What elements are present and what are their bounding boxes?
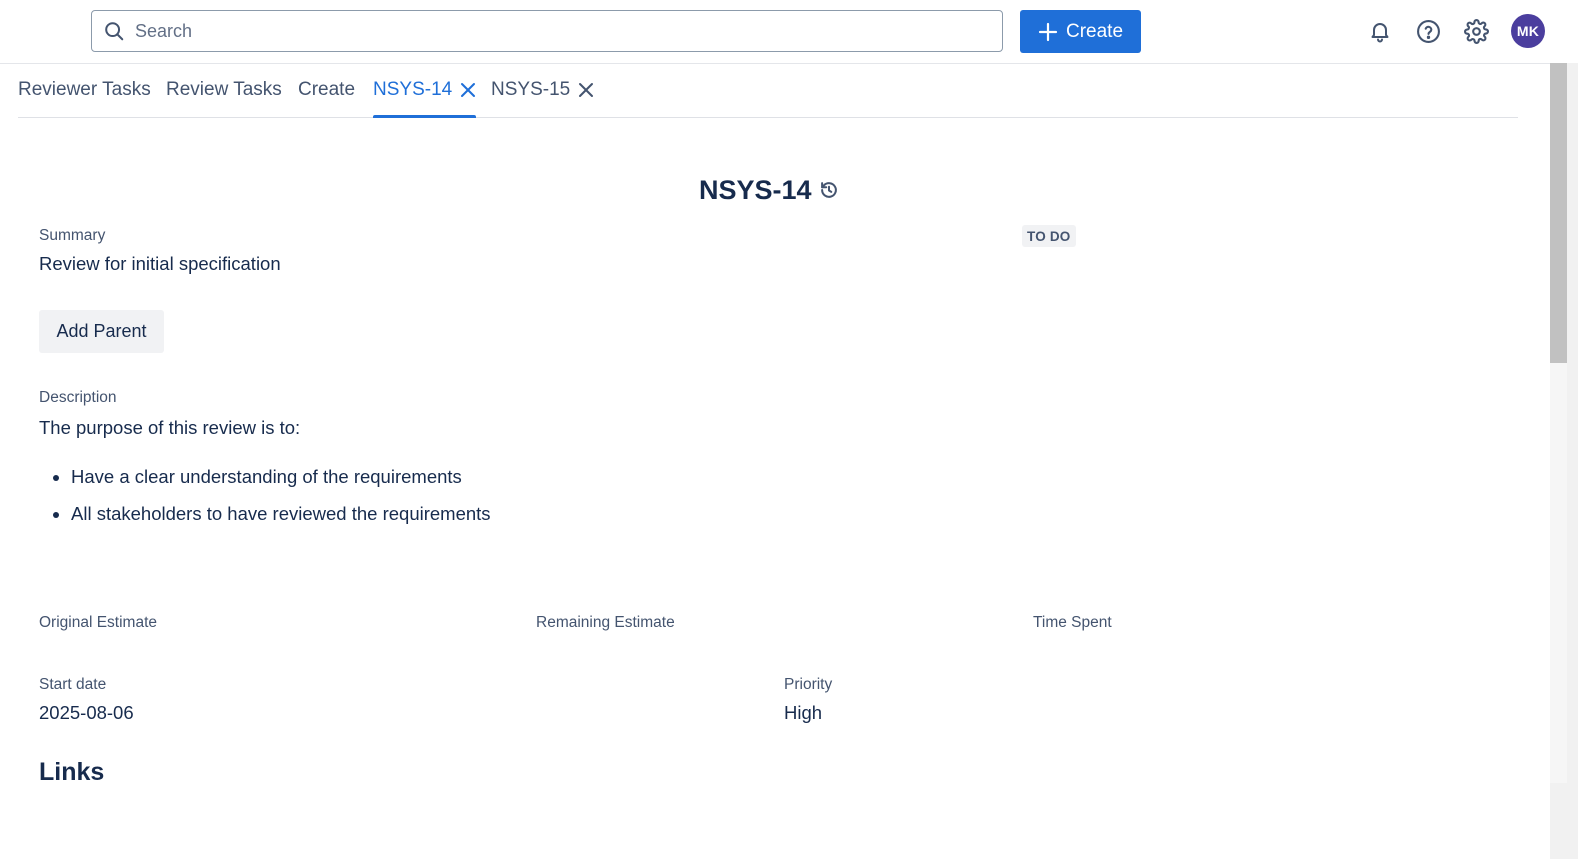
issue-key: NSYS-14 (699, 174, 812, 205)
tab-label: Reviewer Tasks (18, 79, 151, 100)
list-item: All stakeholders to have reviewed the re… (71, 495, 491, 532)
close-tab-button[interactable] (578, 82, 594, 98)
close-icon (461, 83, 476, 97)
start-date-label: Start date (39, 676, 107, 693)
create-button[interactable]: Create (1020, 10, 1141, 53)
start-date-value[interactable]: 2025-08-06 (39, 702, 134, 724)
create-button-label: Create (1065, 20, 1124, 42)
tab-nsys-14[interactable]: NSYS-14 (373, 63, 477, 118)
time-spent-label: Time Spent (1033, 614, 1112, 631)
priority-label: Priority (784, 676, 833, 693)
tab-label: Create (298, 79, 356, 100)
search-box[interactable] (91, 10, 1003, 52)
status-badge[interactable]: TO DO (1022, 225, 1076, 247)
links-heading: Links (39, 758, 105, 786)
search-icon (105, 22, 124, 41)
add-parent-button[interactable]: Add Parent (39, 310, 164, 353)
top-navigation-bar: Create MK (0, 0, 1578, 64)
help-button[interactable] (1412, 15, 1444, 47)
summary-label: Summary (39, 227, 106, 244)
issue-title: NSYS-14 (699, 170, 840, 210)
summary-value[interactable]: Review for initial specification (39, 253, 281, 275)
tab-label: NSYS-14 (373, 79, 453, 100)
help-icon (1416, 19, 1440, 43)
priority-value[interactable]: High (784, 702, 822, 724)
description-list: Have a clear understanding of the requir… (39, 458, 491, 532)
bell-icon (1371, 23, 1389, 43)
notifications-button[interactable] (1364, 15, 1396, 47)
description-label: Description (39, 389, 117, 406)
tab-label: NSYS-15 (491, 79, 571, 100)
gear-icon (1463, 18, 1489, 44)
tab-create[interactable]: Create (298, 63, 355, 117)
tab-reviewer-tasks[interactable]: Reviewer Tasks (18, 63, 151, 117)
tab-nsys-15[interactable]: NSYS-15 (491, 63, 594, 117)
description-intro[interactable]: The purpose of this review is to: (39, 417, 300, 439)
search-input[interactable] (133, 19, 977, 43)
remaining-estimate-label: Remaining Estimate (536, 614, 675, 631)
close-icon (579, 83, 594, 97)
history-icon (820, 182, 837, 198)
history-button[interactable] (818, 179, 840, 201)
page-scrollbar-thumb[interactable] (1550, 63, 1567, 363)
close-tab-button[interactable] (460, 82, 476, 98)
tab-review-tasks[interactable]: Review Tasks (166, 63, 282, 117)
tab-bar: Reviewer Tasks Review Tasks Create NSYS-… (18, 63, 1518, 118)
list-item: Have a clear understanding of the requir… (71, 458, 491, 495)
tab-label: Review Tasks (166, 79, 282, 100)
plus-icon (1038, 22, 1058, 41)
user-avatar[interactable]: MK (1511, 14, 1545, 48)
original-estimate-label: Original Estimate (39, 614, 158, 631)
scrollbar-lower-area (1550, 363, 1567, 783)
settings-button[interactable] (1460, 15, 1492, 47)
